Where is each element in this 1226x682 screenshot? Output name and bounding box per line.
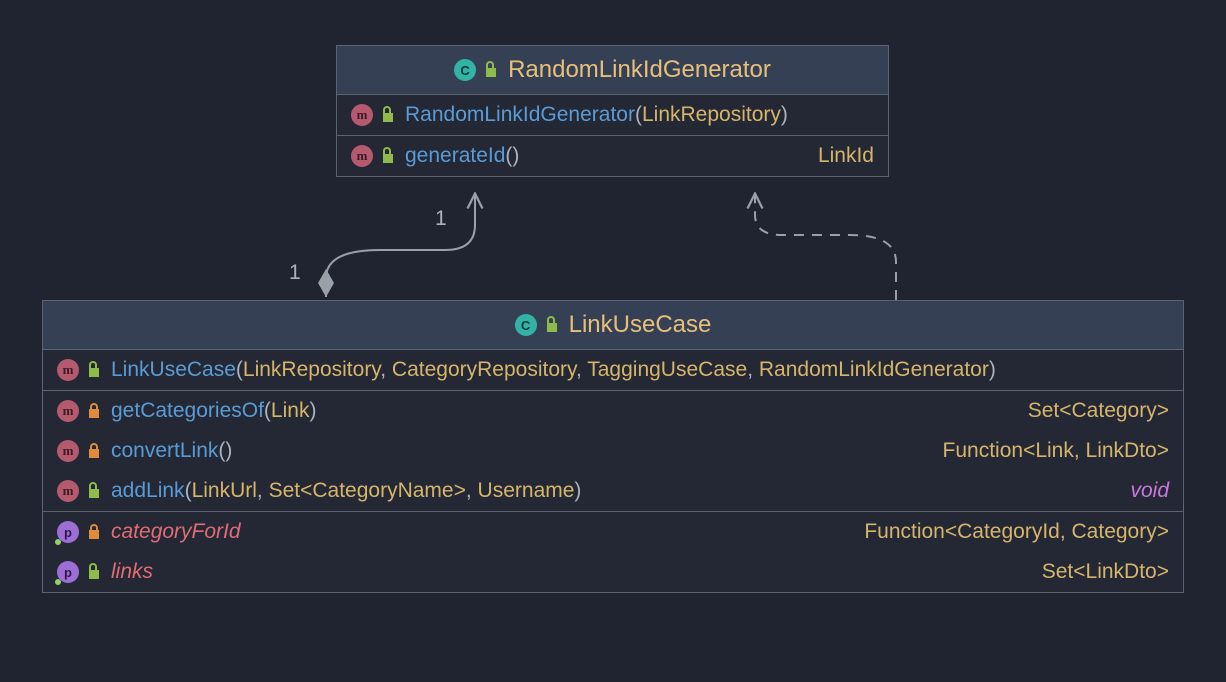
return-type: Set<Category> — [1028, 399, 1169, 423]
param-type: LinkRepository — [642, 103, 781, 126]
return-type-void: void — [1130, 479, 1169, 503]
return-type: Function<Link, LinkDto> — [943, 439, 1169, 463]
class-name: RandomLinkIdGenerator — [508, 56, 771, 84]
multiplicity-bottom: 1 — [289, 261, 301, 285]
param-type: LinkUrl — [192, 479, 257, 502]
public-icon — [545, 316, 559, 334]
method-name: getCategoriesOf — [111, 399, 264, 422]
method-name: LinkUseCase — [111, 358, 236, 381]
method-icon: m — [57, 400, 79, 422]
method-row: m getCategoriesOf(Link) Set<Category> — [43, 391, 1183, 431]
return-type: Function<CategoryId, Category> — [864, 520, 1169, 544]
public-icon — [87, 482, 101, 500]
return-type: LinkId — [818, 144, 874, 168]
param-type: Username — [478, 479, 575, 502]
private-icon — [87, 442, 101, 460]
param-type: Link — [271, 399, 310, 422]
private-icon — [87, 402, 101, 420]
class-link-use-case: C LinkUseCase m LinkUseCase(LinkReposito… — [42, 300, 1184, 593]
public-icon — [484, 61, 498, 79]
param-type: LinkRepository — [243, 358, 380, 381]
public-icon — [381, 106, 395, 124]
param-type: Set<CategoryName> — [269, 479, 466, 502]
property-name: links — [111, 560, 153, 584]
method-icon: m — [57, 480, 79, 502]
param-type: CategoryRepository — [392, 358, 576, 381]
method-icon: m — [351, 145, 373, 167]
public-icon — [381, 147, 395, 165]
class-icon: C — [454, 59, 476, 81]
class-icon: C — [515, 314, 537, 336]
method-name: generateId — [405, 144, 505, 167]
method-name: convertLink — [111, 439, 218, 462]
method-name: RandomLinkIdGenerator — [405, 103, 635, 126]
method-row: m generateId() LinkId — [337, 136, 888, 176]
param-type: RandomLinkIdGenerator — [759, 358, 989, 381]
public-icon — [87, 361, 101, 379]
method-icon: m — [57, 359, 79, 381]
constructor-row: m LinkUseCase(LinkRepository, CategoryRe… — [43, 350, 1183, 390]
private-icon — [87, 523, 101, 541]
method-name: addLink — [111, 479, 185, 502]
method-row: m convertLink() Function<Link, LinkDto> — [43, 431, 1183, 471]
return-type: Set<LinkDto> — [1042, 560, 1169, 584]
class-name: LinkUseCase — [569, 311, 712, 339]
property-name: categoryForId — [111, 520, 241, 544]
method-icon: m — [57, 440, 79, 462]
class-header: C RandomLinkIdGenerator — [337, 46, 888, 95]
property-row: p links Set<LinkDto> — [43, 552, 1183, 592]
method-icon: m — [351, 104, 373, 126]
property-icon: p — [57, 521, 79, 543]
constructor-row: m RandomLinkIdGenerator(LinkRepository) — [337, 95, 888, 135]
method-row: m addLink(LinkUrl, Set<CategoryName>, Us… — [43, 471, 1183, 511]
class-header: C LinkUseCase — [43, 301, 1183, 350]
property-icon: p — [57, 561, 79, 583]
public-icon — [87, 563, 101, 581]
property-row: p categoryForId Function<CategoryId, Cat… — [43, 512, 1183, 552]
multiplicity-top: 1 — [435, 207, 447, 231]
param-type: TaggingUseCase — [587, 358, 747, 381]
class-random-link-id-generator: C RandomLinkIdGenerator m RandomLinkIdGe… — [336, 45, 889, 177]
